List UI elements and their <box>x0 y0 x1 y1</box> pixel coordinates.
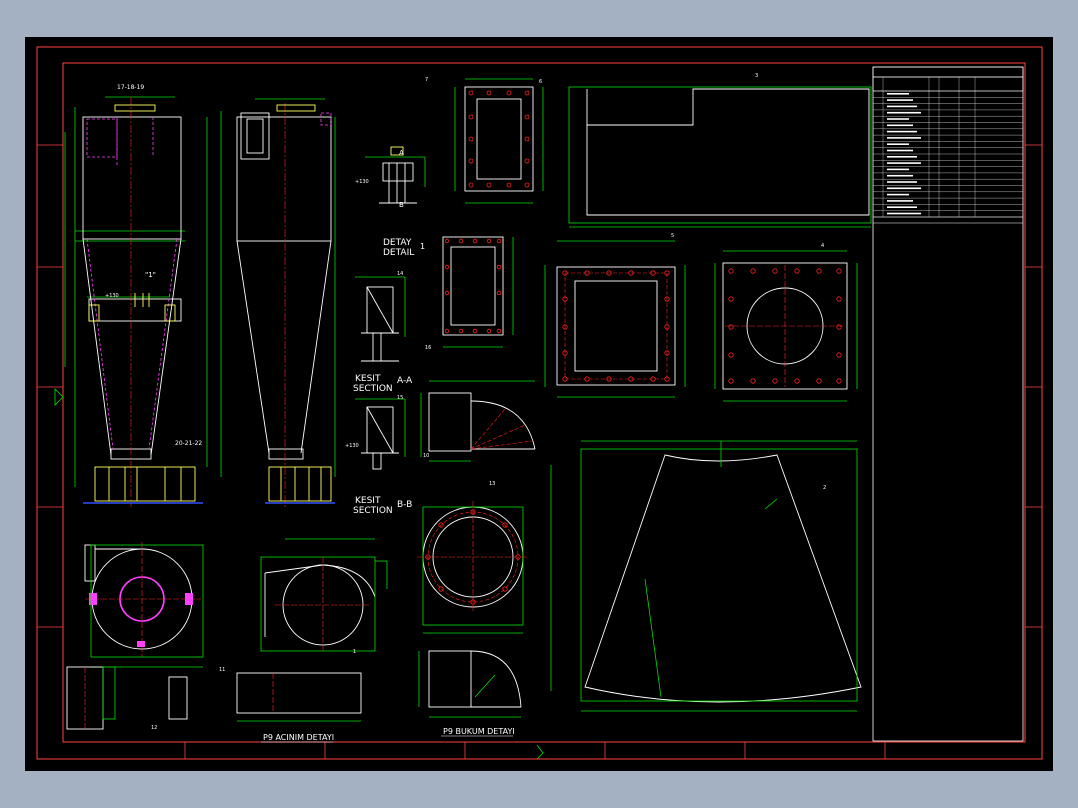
section-b-b: KESIT SECTION B-B <box>353 398 412 516</box>
part-ref-10: 10 <box>423 453 429 459</box>
title-block-rows <box>873 77 1023 218</box>
p9-bending-detail <box>418 650 522 718</box>
title-block-row-text <box>887 143 909 145</box>
section-b-title-tr: KESIT <box>355 496 381 506</box>
title-block-row-text <box>887 124 913 127</box>
section-a-id: A-A <box>397 376 413 386</box>
title-block-row-text <box>887 137 921 139</box>
section-a-title-tr: KESIT <box>355 374 381 384</box>
part-ref-6: 6 <box>539 79 542 85</box>
cyclone-side-view <box>220 98 336 507</box>
title-block-row-text <box>887 156 917 158</box>
title-block-row-text <box>887 99 913 101</box>
title-block-row-text <box>887 187 921 190</box>
part-ref-2: 2 <box>823 485 826 491</box>
part-ref-14: 14 <box>397 271 403 277</box>
elevation-mark-1: +130 <box>105 293 119 299</box>
title-block-row-text <box>887 174 913 177</box>
detail-1: DETAY DETAIL 1 +130 <box>355 146 426 258</box>
part-ref-11: 11 <box>219 667 225 673</box>
part-11 <box>168 676 188 720</box>
detail-title-en: DETAIL <box>383 248 414 258</box>
title-block-row-text <box>887 206 917 208</box>
section-a-a: KESIT SECTION A-A <box>353 276 413 394</box>
title-block-row-text <box>887 181 917 183</box>
flange-part-4 <box>714 250 858 402</box>
part-ref-12: 12 <box>151 725 157 731</box>
title-block-row-text <box>887 93 909 95</box>
elevation-mark-2: +130 <box>355 179 369 185</box>
part-ref-7: 7 <box>425 77 428 83</box>
title-block-row-text <box>887 105 917 108</box>
part-ref-5: 5 <box>671 233 674 239</box>
cyclone-front-view: 17-18-19 20-21-22 "1" +130 <box>64 84 208 507</box>
part-ref-13: 13 <box>489 481 495 487</box>
cone-development-part-2 <box>550 440 862 712</box>
projection-symbol <box>54 388 64 406</box>
title-block-row-text <box>887 162 921 164</box>
part-ref-1: 1 <box>353 649 356 655</box>
drawing-labels: P9 ACINIM DETAYI P9 BUKUM DETAYI A B 1 2… <box>151 73 826 743</box>
title-block-row-text <box>887 168 909 171</box>
small-parts <box>66 666 362 730</box>
section-mark-a: A <box>399 149 404 157</box>
detail-tag: "1" <box>145 271 156 279</box>
part-ref-20-21-22: 20-21-22 <box>175 440 202 447</box>
flange-part-8 <box>442 236 514 348</box>
section-a-title-en: SECTION <box>353 384 393 394</box>
section-mark-b: B <box>399 201 404 209</box>
p9-acinim-title: P9 ACINIM DETAYI <box>263 733 334 742</box>
p9-bukum-title: P9 BUKUM DETAYI <box>443 727 515 736</box>
plate-part-3 <box>568 86 872 228</box>
part-ref-4: 4 <box>821 243 824 249</box>
elevation-mark-3: +130 <box>345 443 359 449</box>
outer-frame <box>36 46 1043 760</box>
cyclone-top-view <box>84 542 204 668</box>
part-9-view <box>260 538 388 653</box>
detail-title-tr: DETAY <box>383 238 412 248</box>
part-ref-17-18-19: 17-18-19 <box>117 84 144 91</box>
title-block-row-text <box>887 200 913 202</box>
elbow-part-10 <box>420 380 536 462</box>
title-block-row-text <box>887 130 917 133</box>
drawing-sheet: 17-18-19 20-21-22 "1" +130 DETAY DETAIL … <box>25 37 1053 771</box>
title-block-row-text <box>887 193 909 196</box>
title-block-row-text <box>887 149 913 152</box>
flange-part-5 <box>544 240 686 398</box>
part-ref-3: 3 <box>755 73 758 79</box>
section-b-title-en: SECTION <box>353 506 393 516</box>
flange-part-13 <box>417 501 529 634</box>
part-ref-15: 15 <box>397 395 403 401</box>
detail-number: 1 <box>420 242 425 251</box>
part-ref-16: 16 <box>425 345 431 351</box>
title-block-row-text <box>887 118 909 120</box>
projection-symbol-bottom <box>536 744 544 760</box>
p9-flat-pattern <box>236 672 362 714</box>
section-b-id: B-B <box>397 500 412 510</box>
flange-part-7 <box>454 78 544 204</box>
title-block-row-text <box>887 212 921 215</box>
title-block-row-text <box>887 111 921 114</box>
title-block <box>872 66 1024 742</box>
cad-drawing: 17-18-19 20-21-22 "1" +130 DETAY DETAIL … <box>36 46 1043 760</box>
